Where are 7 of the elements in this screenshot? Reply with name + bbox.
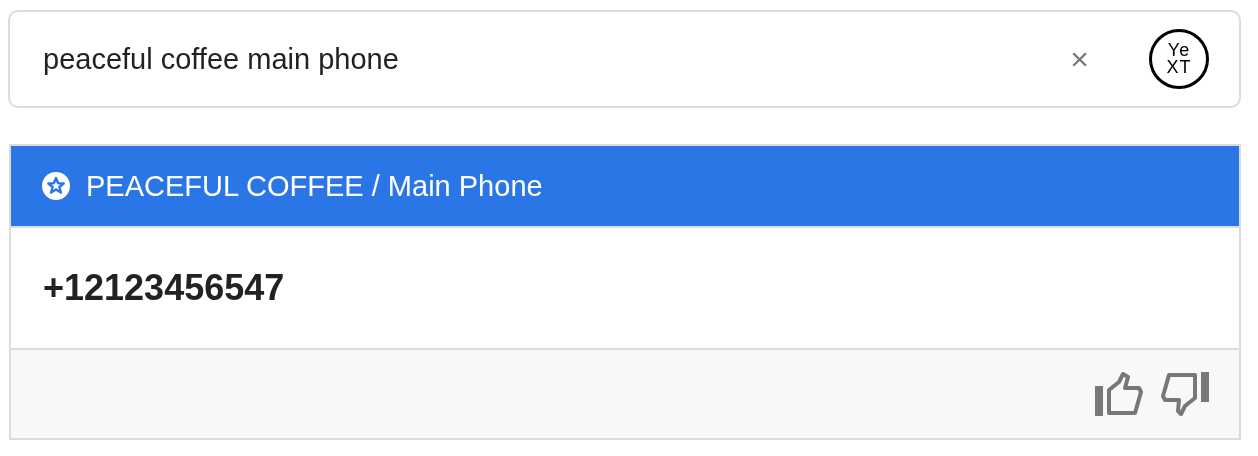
phone-number: +12123456547: [43, 267, 285, 309]
logo: Ye XT: [1149, 29, 1209, 89]
answer-title: PEACEFUL COFFEE / Main Phone: [86, 169, 543, 203]
thumbs-down-button[interactable]: [1161, 372, 1209, 416]
clear-button[interactable]: ×: [1066, 40, 1093, 78]
search-field[interactable]: peaceful coffee main phone × Ye XT: [8, 10, 1241, 108]
thumbs-up-button[interactable]: [1095, 372, 1143, 416]
